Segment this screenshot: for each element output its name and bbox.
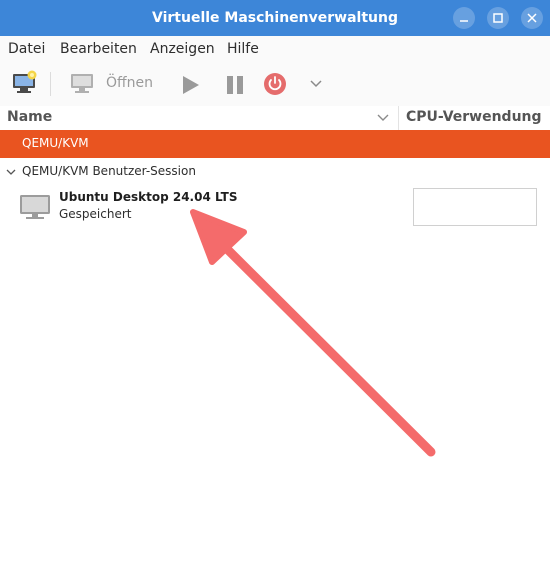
- annotation-arrow: [190, 209, 436, 457]
